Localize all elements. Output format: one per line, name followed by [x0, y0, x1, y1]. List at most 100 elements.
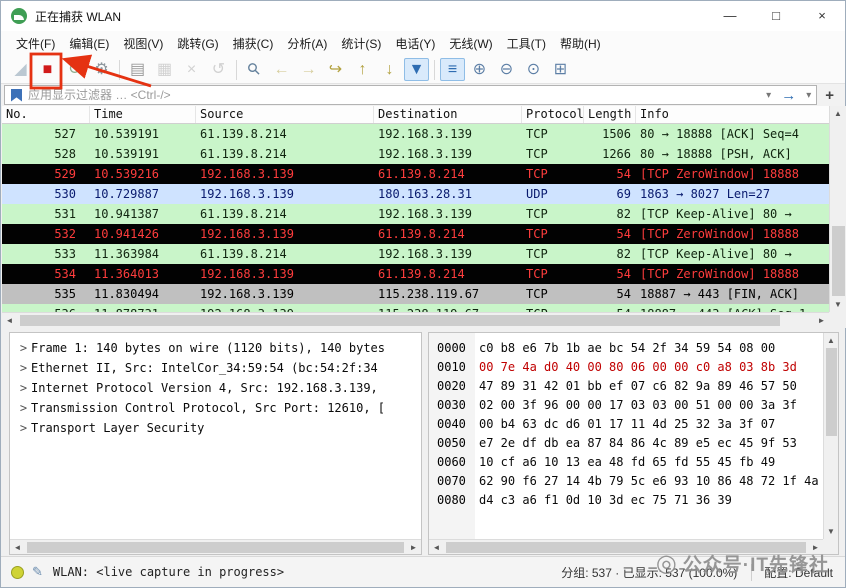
expand-arrow-icon[interactable]: > — [16, 398, 31, 418]
hex-line[interactable]: 0000c0 b8 e6 7b 1b ae bc 54 2f 34 59 54 … — [437, 339, 823, 358]
scroll-left-icon[interactable]: ◄ — [429, 543, 444, 552]
column-header-no[interactable]: No. — [2, 106, 90, 123]
column-header-info[interactable]: Info — [636, 106, 829, 123]
capture-options-button[interactable]: ⚙ — [89, 58, 114, 81]
hex-pane-hscroll-thumb[interactable] — [446, 542, 806, 553]
zoom-in-button[interactable]: ⊕ — [467, 58, 492, 81]
detail-pane-hscroll-thumb[interactable] — [27, 542, 404, 553]
scroll-left-icon[interactable]: ◄ — [2, 316, 17, 325]
column-header-source[interactable]: Source — [196, 106, 374, 123]
apply-filter-caret-icon[interactable]: ▾ — [801, 90, 816, 101]
packet-row[interactable]: 53411.364013192.168.3.13961.139.8.214TCP… — [2, 264, 829, 284]
go-to-packet-button[interactable]: ↪ — [323, 58, 348, 81]
packet-row[interactable]: 53010.729887192.168.3.139180.163.28.31UD… — [2, 184, 829, 204]
packet-list-vscroll-thumb[interactable] — [832, 226, 845, 296]
zoom-reset-button[interactable]: ⊙ — [521, 58, 546, 81]
hex-line[interactable]: 003002 00 3f 96 00 00 17 03 03 00 51 00 … — [437, 396, 823, 415]
hex-pane-hscroll[interactable]: ◄ ► — [429, 539, 823, 554]
packet-row[interactable]: 53311.36398461.139.8.214192.168.3.139TCP… — [2, 244, 829, 264]
packet-list-hscroll[interactable]: ◄ ► — [2, 312, 829, 328]
menu-item-file[interactable]: 文件(F) — [9, 31, 62, 56]
expert-info-icon[interactable] — [11, 566, 24, 579]
column-header-length[interactable]: Length — [584, 106, 636, 123]
expand-arrow-icon[interactable]: > — [16, 378, 31, 398]
expand-arrow-icon[interactable]: > — [16, 418, 31, 438]
minimize-button[interactable]: — — [707, 1, 753, 31]
filter-expression-caret-icon[interactable]: ▾ — [761, 90, 776, 101]
detail-line[interactable]: >Transmission Control Protocol, Src Port… — [16, 398, 421, 418]
packet-row[interactable]: 53611.878731192.168.3.139115.238.119.67T… — [2, 304, 829, 312]
scroll-right-icon[interactable]: ► — [406, 543, 421, 552]
expand-arrow-icon[interactable]: > — [16, 358, 31, 378]
menu-item-help[interactable]: 帮助(H) — [553, 31, 608, 56]
packet-row[interactable]: 52910.539216192.168.3.13961.139.8.214TCP… — [2, 164, 829, 184]
detail-pane-hscroll[interactable]: ◄ ► — [10, 539, 421, 554]
scroll-up-icon[interactable]: ▲ — [824, 333, 838, 348]
column-header-destination[interactable]: Destination — [374, 106, 522, 123]
close-capture-file-button[interactable]: × — [179, 58, 204, 81]
restart-capture-button[interactable]: ↻ — [62, 58, 87, 81]
stop-capture-button[interactable]: ■ — [35, 58, 60, 81]
add-filter-button-button[interactable]: + — [817, 87, 842, 104]
save-capture-file-button[interactable]: ▦ — [152, 58, 177, 81]
go-first-packet-button[interactable]: ↑ — [350, 58, 375, 81]
start-capture-button[interactable]: ◢ — [8, 58, 33, 81]
menu-item-analyze[interactable]: 分析(A) — [280, 31, 334, 56]
packet-row[interactable]: 53110.94138761.139.8.214192.168.3.139TCP… — [2, 204, 829, 224]
packet-list-hscroll-thumb[interactable] — [20, 315, 780, 326]
filter-bookmark-icon[interactable] — [11, 89, 22, 102]
detail-line[interactable]: >Internet Protocol Version 4, Src: 192.1… — [16, 378, 421, 398]
display-filter-field[interactable]: ▾ → ▾ — [4, 85, 817, 105]
maximize-button[interactable]: □ — [753, 1, 799, 31]
scroll-up-icon[interactable]: ▲ — [830, 106, 846, 121]
auto-scroll-button[interactable]: ▼ — [404, 58, 429, 81]
scroll-down-icon[interactable]: ▼ — [830, 297, 846, 312]
go-last-packet-button[interactable]: ↓ — [377, 58, 402, 81]
scroll-down-icon[interactable]: ▼ — [824, 524, 838, 539]
reload-capture-file-button[interactable]: ↺ — [206, 58, 231, 81]
zoom-out-button[interactable]: ⊖ — [494, 58, 519, 81]
packet-row[interactable]: 53511.830494192.168.3.139115.238.119.67T… — [2, 284, 829, 304]
go-back-button[interactable]: ← — [269, 58, 294, 81]
menu-item-edit[interactable]: 编辑(E) — [62, 31, 116, 56]
menu-item-statistics[interactable]: 统计(S) — [334, 31, 388, 56]
scroll-left-icon[interactable]: ◄ — [10, 543, 25, 552]
hex-line[interactable]: 006010 cf a6 10 13 ea 48 fd 65 fd 55 45 … — [437, 453, 823, 472]
hex-line[interactable]: 004000 b4 63 dc d6 01 17 11 4d 25 32 3a … — [437, 415, 823, 434]
hex-line[interactable]: 0050e7 2e df db ea 87 84 86 4c 89 e5 ec … — [437, 434, 823, 453]
packet-list-vscroll[interactable]: ▲ ▼ — [829, 106, 846, 312]
hex-line[interactable]: 0080d4 c3 a6 f1 0d 10 3d ec 75 71 36 39 — [437, 491, 823, 510]
find-packet-button[interactable]: ⚲ — [238, 53, 272, 87]
hex-pane-vscroll[interactable]: ▲ ▼ — [823, 333, 838, 539]
profile-text[interactable]: 配置: Default — [751, 564, 833, 581]
colorize-packets-button[interactable]: ≡ — [440, 58, 465, 81]
capture-comment-icon[interactable]: ✎ — [32, 564, 43, 580]
open-capture-file-button[interactable]: ▤ — [125, 58, 150, 81]
column-header-protocol[interactable]: Protocol — [522, 106, 584, 123]
apply-filter-button[interactable]: → — [776, 87, 801, 104]
menu-item-telephony[interactable]: 电话(Y) — [388, 31, 442, 56]
menu-item-view[interactable]: 视图(V) — [116, 31, 170, 56]
expand-arrow-icon[interactable]: > — [16, 338, 31, 358]
hex-line[interactable]: 002047 89 31 42 01 bb ef 07 c6 82 9a 89 … — [437, 377, 823, 396]
display-filter-input[interactable] — [28, 88, 761, 102]
packet-row[interactable]: 52710.53919161.139.8.214192.168.3.139TCP… — [2, 124, 829, 144]
hex-line[interactable]: 001000 7e 4a d0 40 00 80 06 00 00 c0 a8 … — [437, 358, 823, 377]
hex-line[interactable]: 007062 90 f6 27 14 4b 79 5c e6 93 10 86 … — [437, 472, 823, 491]
close-button[interactable]: × — [799, 1, 845, 31]
resize-columns-button[interactable]: ⊞ — [548, 58, 573, 81]
column-header-time[interactable]: Time — [90, 106, 196, 123]
packet-row[interactable]: 52810.53919161.139.8.214192.168.3.139TCP… — [2, 144, 829, 164]
detail-line[interactable]: >Frame 1: 140 bytes on wire (1120 bits),… — [16, 338, 421, 358]
go-forward-button[interactable]: → — [296, 58, 321, 81]
menu-item-capture[interactable]: 捕获(C) — [226, 31, 281, 56]
detail-line[interactable]: >Transport Layer Security — [16, 418, 421, 438]
menu-item-go[interactable]: 跳转(G) — [170, 31, 225, 56]
menu-item-wireless[interactable]: 无线(W) — [442, 31, 499, 56]
menu-item-tools[interactable]: 工具(T) — [500, 31, 553, 56]
scroll-right-icon[interactable]: ► — [808, 543, 823, 552]
packet-row[interactable]: 53210.941426192.168.3.13961.139.8.214TCP… — [2, 224, 829, 244]
hex-pane-vscroll-thumb[interactable] — [826, 348, 837, 436]
scroll-right-icon[interactable]: ► — [814, 316, 829, 325]
detail-line[interactable]: >Ethernet II, Src: IntelCor_34:59:54 (bc… — [16, 358, 421, 378]
